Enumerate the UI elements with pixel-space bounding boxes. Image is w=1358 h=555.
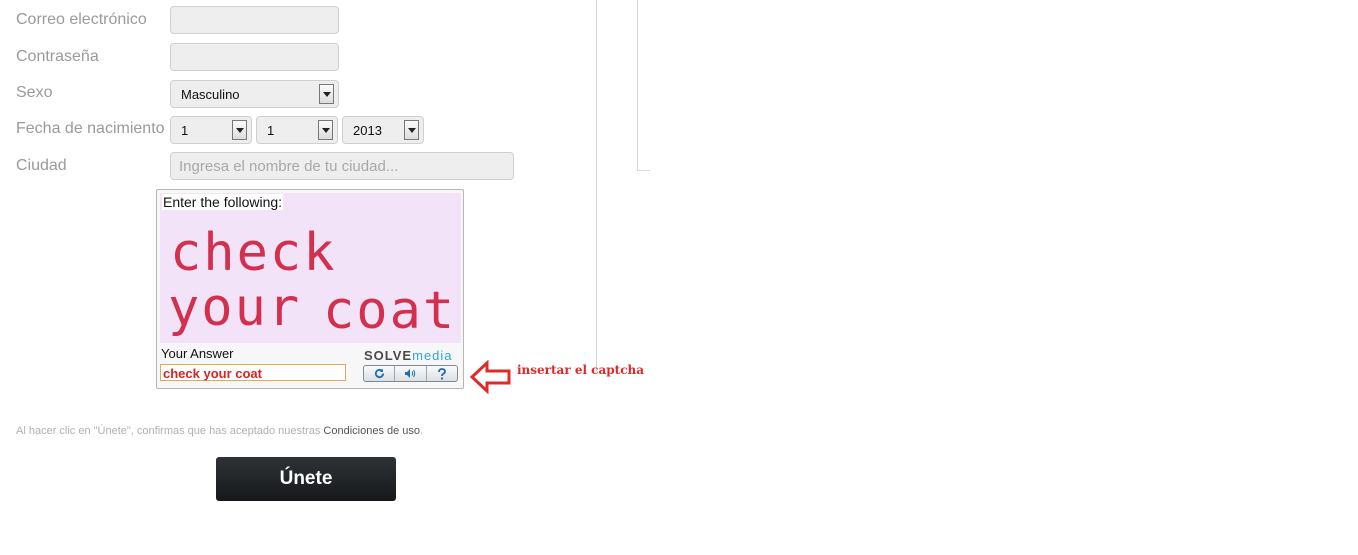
chevron-down-icon[interactable] (232, 120, 247, 140)
chevron-down-icon[interactable] (318, 120, 333, 140)
captcha-answer-input[interactable] (161, 366, 345, 381)
captcha-answer-label: Your Answer (161, 346, 234, 361)
right-panel-corner (637, 170, 650, 171)
captcha-word-your: your (168, 278, 302, 338)
password-label: Contraseña (16, 48, 99, 65)
city-field-wrap (170, 152, 514, 180)
sex-label: Sexo (16, 84, 53, 101)
birth-year-select[interactable]: 2013 (342, 116, 424, 144)
password-field-wrap (170, 43, 339, 71)
arrow-left-icon (470, 360, 511, 394)
terms-notice: Al hacer clic en "Únete", confirmas que … (16, 425, 423, 437)
chevron-down-icon[interactable] (404, 120, 419, 140)
birth-month-value: 1 (267, 123, 275, 138)
audio-icon (405, 369, 416, 378)
captcha-toolbar (363, 365, 458, 382)
captcha-word-check: check (170, 223, 337, 283)
birthdate-label: Fecha de nacimiento (16, 120, 165, 137)
email-field-wrap (170, 6, 339, 34)
chevron-down-icon[interactable] (319, 84, 334, 104)
captcha-audio-button[interactable] (395, 366, 427, 381)
birth-month-select[interactable]: 1 (256, 116, 338, 144)
solve-logo-part2: media (412, 348, 453, 363)
city-label: Ciudad (16, 157, 67, 174)
captcha-help-button[interactable] (427, 366, 457, 381)
refresh-icon (374, 368, 384, 379)
terms-suffix: . (420, 425, 424, 437)
email-field[interactable] (171, 7, 338, 33)
help-icon (437, 367, 446, 379)
captcha-instruction: Enter the following: (162, 194, 284, 210)
birth-year-value: 2013 (353, 123, 382, 138)
captcha-word-coat: coat (323, 281, 457, 341)
right-panel-border (637, 0, 638, 171)
terms-prefix: Al hacer clic en "Únete", confirmas que … (16, 425, 324, 437)
captcha-refresh-button[interactable] (364, 366, 396, 381)
terms-link[interactable]: Condiciones de uso (323, 425, 420, 437)
birth-day-select[interactable]: 1 (170, 116, 252, 144)
join-button[interactable]: Únete (216, 457, 396, 501)
password-field[interactable] (171, 44, 338, 70)
city-input[interactable] (171, 153, 513, 179)
solve-media-logo: SOLVEmedia (364, 348, 453, 363)
sex-select-value: Masculino (181, 87, 240, 102)
captcha-widget: check your coat Enter the following: You… (156, 189, 464, 389)
captcha-image: check your coat (160, 193, 461, 343)
captcha-answer-wrap (160, 364, 346, 381)
column-divider (596, 0, 597, 372)
solve-logo-part1: SOLVE (364, 348, 413, 363)
birth-day-value: 1 (181, 123, 189, 138)
sex-select[interactable]: Masculino (170, 80, 339, 108)
captcha-annotation: insertar el captcha (517, 363, 645, 377)
email-label: Correo electrónico (16, 11, 147, 28)
